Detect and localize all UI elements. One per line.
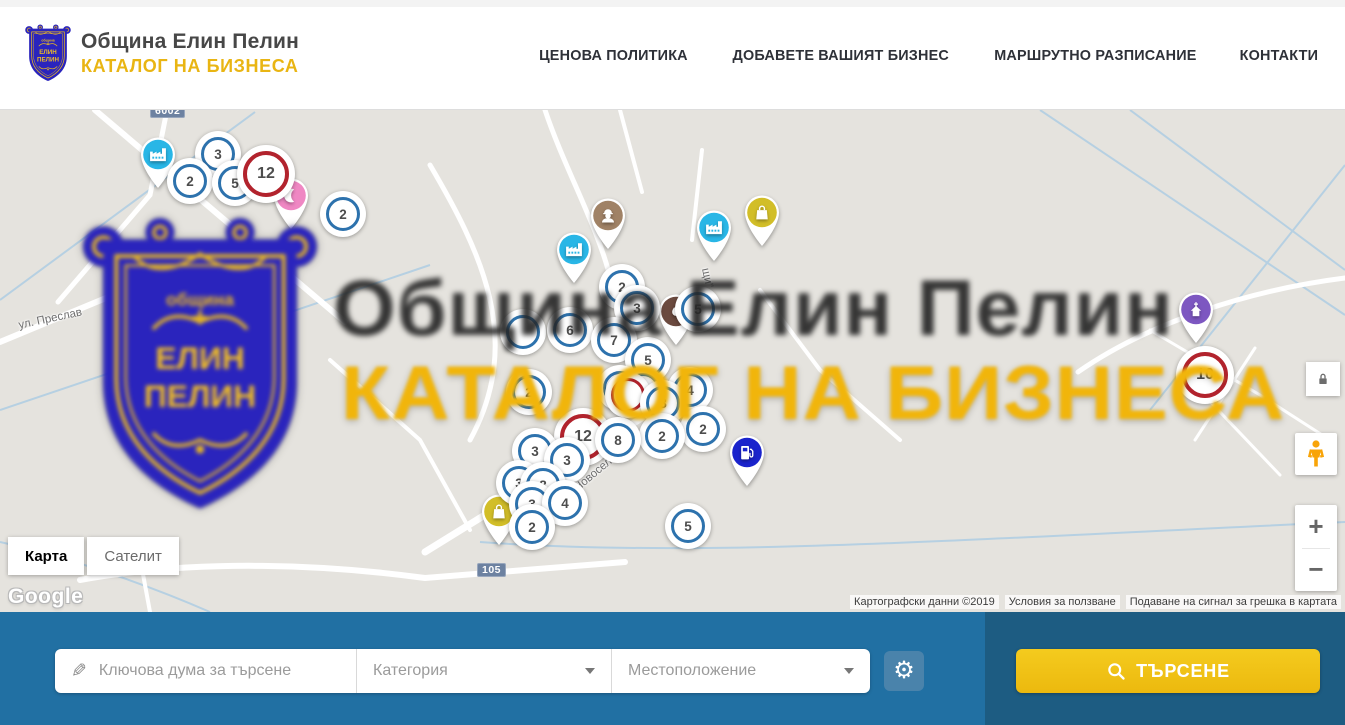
chevron-down-icon [585,668,595,674]
zoom-out-button[interactable]: − [1295,549,1337,592]
nav-pricing-policy[interactable]: ЦЕНОВА ПОЛИТИКА [539,47,688,64]
zoom-in-button[interactable]: + [1295,505,1337,548]
cluster-count: 4 [548,486,582,520]
attribution-report-error-link[interactable]: Подаване на сигнал за грешка в картата [1126,595,1341,609]
cluster-marker[interactable]: 2 [506,369,552,415]
keyword-input[interactable] [97,661,356,681]
factory-pin-marker[interactable] [692,207,736,268]
map-type-satellite-button[interactable]: Сателит [87,537,179,575]
site-subtitle: КАТАЛОГ НА БИЗНЕСА [81,56,299,77]
cluster-count: 2 [173,164,207,198]
cluster-count: 5 [671,509,705,543]
map-type-map-button[interactable]: Карта [8,537,84,575]
location-select-label: Местоположение [628,662,844,680]
municipality-crest-icon [25,24,71,82]
cluster-marker[interactable]: 12 [237,145,295,203]
attribution-copyright: Картографски данни ©2019 [850,595,999,609]
cluster-marker[interactable]: 10 [1176,346,1234,404]
site-logo[interactable]: Община Елин Пелин КАТАЛОГ НА БИЗНЕСА [25,24,299,82]
location-select[interactable]: Местоположение [612,649,870,693]
site-title-block: Община Елин Пелин КАТАЛОГ НА БИЗНЕСА [81,30,299,77]
cluster-count: 2 [515,510,549,544]
cluster-marker[interactable]: 2 [320,191,366,237]
cluster-marker[interactable]: 5 [675,286,721,332]
cluster-count: 2 [512,375,546,409]
search-button-label: ТЪРСЕНЕ [1136,661,1230,682]
cluster-marker[interactable]: 2 [167,158,213,204]
cluster-marker[interactable]: 8 [595,417,641,463]
page: община ЕЛИН ПЕЛИН Община Елин Пелин КАТА… [0,0,1345,725]
search-field-group: ✎ Категория Местоположение [55,649,870,693]
cluster-marker[interactable] [500,309,546,355]
cluster-count: 2 [326,197,360,231]
cluster-count: 5 [681,292,715,326]
cluster-count: 10 [1182,352,1228,398]
lock-icon [1315,371,1331,387]
header: Община Елин Пелин КАТАЛОГ НА БИЗНЕСА ЦЕН… [0,0,1345,110]
advanced-settings-button[interactable]: ⚙ [884,651,924,691]
attribution-terms-link[interactable]: Условия за ползване [1005,595,1120,609]
cluster-count: 2 [686,412,720,446]
cluster-count [506,315,540,349]
cluster-count: 6 [553,313,587,347]
main-nav: ЦЕНОВА ПОЛИТИКА ДОБАВЕТЕ ВАШИЯТ БИЗНЕС М… [536,0,1320,110]
search-icon [1106,661,1126,681]
cluster-count: 2 [645,419,679,453]
site-title: Община Елин Пелин [81,30,299,54]
nav-contacts[interactable]: КОНТАКТИ [1240,47,1319,64]
pegman-control[interactable] [1295,433,1337,475]
bag-pin-marker[interactable] [740,192,784,253]
cluster-marker[interactable]: 2 [680,406,726,452]
google-logo[interactable]: Google [8,585,83,609]
nav-route-schedule[interactable]: МАРШРУТНО РАЗПИСАНИЕ [995,47,1197,64]
cluster-marker[interactable]: 5 [665,503,711,549]
search-bar: ✎ Категория Местоположение ⚙ ТЪРСЕНЕ [0,612,1345,725]
cluster-count: 12 [243,151,289,197]
church-pin-marker[interactable] [1174,289,1218,350]
nav-add-your-business[interactable]: ДОБАВЕТЕ ВАШИЯТ БИЗНЕС [732,47,948,64]
map-marker-layer: 325122 235675 2274822128 33383425 [0,110,1345,612]
cluster-marker[interactable]: 6 [547,307,593,353]
cluster-count: 8 [601,423,635,457]
search-button[interactable]: ТЪРСЕНЕ [1016,649,1320,693]
keyword-field[interactable]: ✎ [55,649,357,693]
category-select[interactable]: Категория [357,649,612,693]
map-type-control: Карта Сателит [8,537,179,575]
gear-icon: ⚙ [893,659,915,683]
chevron-down-icon [844,668,854,674]
category-select-label: Категория [373,662,585,680]
factory-pin-marker[interactable] [552,229,596,290]
zoom-control: + − [1295,505,1337,591]
pencil-icon: ✎ [71,660,87,683]
cluster-marker[interactable]: 2 [639,413,685,459]
fuel-pin-marker[interactable] [725,432,769,493]
map-attribution: Картографски данни ©2019 Условия за полз… [850,595,1341,609]
pegman-icon [1304,439,1328,469]
cluster-marker[interactable]: 2 [509,504,555,550]
map-lock-control[interactable] [1306,362,1340,396]
google-map[interactable]: 6002105ул. Преславбул. „Новоселщи" 32512… [0,110,1345,612]
